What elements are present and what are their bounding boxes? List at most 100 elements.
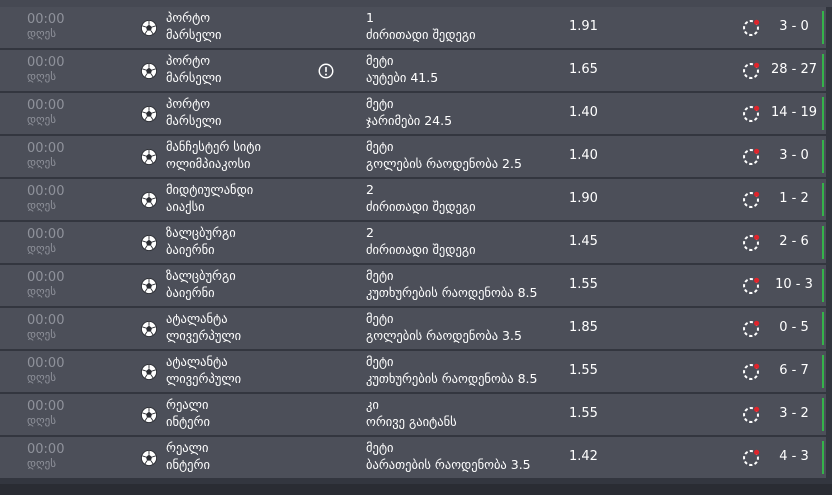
- bet-pick: მეტი: [366, 96, 394, 111]
- bet-row[interactable]: 00:00 დღეს მანჩესტერ სიტი ოლიმპიაკოსი მე…: [0, 136, 826, 177]
- home-team: პორტო: [166, 10, 211, 25]
- event-time: 00:00: [27, 141, 65, 156]
- won-indicator: [822, 441, 824, 474]
- soccer-ball-icon: [140, 105, 158, 123]
- home-team: ზალცბურგი: [166, 225, 236, 240]
- live-status-icon: [743, 234, 760, 251]
- live-status-icon: [743, 449, 760, 466]
- bet-selection-list: 00:00 დღეს პორტო მარსელი 1 ძირითადი შედე…: [0, 0, 832, 495]
- event-time: 00:00: [27, 55, 65, 70]
- final-score: 28 - 27: [770, 62, 818, 77]
- bet-market: ორივე გაიტანს: [366, 414, 457, 429]
- bet-market: გოლების რაოდენობა 3.5: [366, 328, 522, 343]
- won-indicator: [822, 398, 824, 431]
- bet-market: ჯარიმები 24.5: [366, 113, 453, 128]
- live-status-icon: [743, 148, 760, 165]
- won-indicator: [822, 355, 824, 388]
- bet-row[interactable]: 00:00 დღეს ატალანტა ლივერპული მეტი კუთხუ…: [0, 351, 826, 392]
- event-day: დღეს: [27, 156, 56, 169]
- live-status-icon: [743, 363, 760, 380]
- bet-pick: მეტი: [366, 139, 394, 154]
- event-day: დღეს: [27, 457, 56, 470]
- event-day: დღეს: [27, 242, 56, 255]
- soccer-ball-icon: [140, 62, 158, 80]
- won-indicator: [822, 269, 824, 302]
- home-team: მანჩესტერ სიტი: [166, 139, 261, 154]
- bet-odds: 1.55: [569, 363, 598, 378]
- final-score: 3 - 0: [779, 19, 809, 34]
- final-score: 2 - 6: [779, 234, 809, 249]
- bet-row[interactable]: 00:00 დღეს რეალი ინტერი მეტი ბარათების რ…: [0, 437, 826, 478]
- final-score: 6 - 7: [779, 363, 809, 378]
- away-team: მარსელი: [166, 27, 222, 42]
- bet-row[interactable]: 00:00 დღეს მიდტიულანდი აიაქსი 2 ძირითადი…: [0, 179, 826, 220]
- bet-market: ძირითადი შედეგი: [366, 242, 476, 257]
- bet-pick: 1: [366, 10, 374, 25]
- away-team: მარსელი: [166, 113, 222, 128]
- bet-odds: 1.42: [569, 449, 598, 464]
- live-status-icon: [743, 19, 760, 36]
- event-day: დღეს: [27, 199, 56, 212]
- soccer-ball-icon: [140, 148, 158, 166]
- bet-odds: 1.65: [569, 62, 598, 77]
- final-score: 3 - 0: [779, 148, 809, 163]
- final-score: 3 - 2: [779, 406, 809, 421]
- home-team: პორტო: [166, 53, 211, 68]
- bet-row[interactable]: 00:00 დღეს პორტო მარსელი მეტი აუტები 41.…: [0, 50, 826, 91]
- bet-row[interactable]: 00:00 დღეს ზალცბურგი ბაიერნი 2 ძირითადი …: [0, 222, 826, 263]
- event-day: დღეს: [27, 371, 56, 384]
- event-day: დღეს: [27, 27, 56, 40]
- event-day: დღეს: [27, 70, 56, 83]
- bet-market: აუტები 41.5: [366, 70, 439, 85]
- event-time: 00:00: [27, 442, 65, 457]
- bet-odds: 1.40: [569, 148, 598, 163]
- event-day: დღეს: [27, 113, 56, 126]
- bet-odds: 1.55: [569, 277, 598, 292]
- bet-row[interactable]: 00:00 დღეს პორტო მარსელი მეტი ჯარიმები 2…: [0, 93, 826, 134]
- soccer-ball-icon: [140, 363, 158, 381]
- away-team: ინტერი: [166, 457, 210, 472]
- soccer-ball-icon: [140, 277, 158, 295]
- home-team: რეალი: [166, 397, 209, 412]
- won-indicator: [822, 312, 824, 345]
- live-status-icon: [743, 191, 760, 208]
- event-day: დღეს: [27, 328, 56, 341]
- won-indicator: [822, 226, 824, 259]
- bet-row[interactable]: 00:00 დღეს ატალანტა ლივერპული მეტი გოლებ…: [0, 308, 826, 349]
- event-day: დღეს: [27, 285, 56, 298]
- home-team: მიდტიულანდი: [166, 182, 254, 197]
- home-team: ზალცბურგი: [166, 268, 236, 283]
- event-day: დღეს: [27, 414, 56, 427]
- won-indicator: [822, 97, 824, 130]
- soccer-ball-icon: [140, 320, 158, 338]
- bet-market: კუთხურების რაოდენობა 8.5: [366, 285, 538, 300]
- away-team: მარსელი: [166, 70, 222, 85]
- info-icon[interactable]: [317, 62, 335, 80]
- away-team: ლივერპული: [166, 328, 242, 343]
- bet-odds: 1.85: [569, 320, 598, 335]
- event-time: 00:00: [27, 313, 65, 328]
- bet-market: ძირითადი შედეგი: [366, 199, 476, 214]
- live-status-icon: [743, 277, 760, 294]
- event-time: 00:00: [27, 98, 65, 113]
- bet-odds: 1.40: [569, 105, 598, 120]
- soccer-ball-icon: [140, 191, 158, 209]
- bet-pick: მეტი: [366, 53, 394, 68]
- bet-row[interactable]: 00:00 დღეს ზალცბურგი ბაიერნი მეტი კუთხურ…: [0, 265, 826, 306]
- live-status-icon: [743, 105, 760, 122]
- final-score: 1 - 2: [779, 191, 809, 206]
- bet-pick: კი: [366, 397, 379, 412]
- bet-row[interactable]: 00:00 დღეს პორტო მარსელი 1 ძირითადი შედე…: [0, 7, 826, 48]
- bet-market: კუთხურების რაოდენობა 8.5: [366, 371, 538, 386]
- bet-row[interactable]: 00:00 დღეს რეალი ინტერი კი ორივე გაიტანს…: [0, 394, 826, 435]
- soccer-ball-icon: [140, 234, 158, 252]
- final-score: 14 - 19: [770, 105, 818, 120]
- soccer-ball-icon: [140, 406, 158, 424]
- bet-market: გოლების რაოდენობა 2.5: [366, 156, 522, 171]
- bet-odds: 1.45: [569, 234, 598, 249]
- soccer-ball-icon: [140, 19, 158, 37]
- home-team: პორტო: [166, 96, 211, 111]
- bet-odds: 1.55: [569, 406, 598, 421]
- soccer-ball-icon: [140, 449, 158, 467]
- away-team: ოლიმპიაკოსი: [166, 156, 251, 171]
